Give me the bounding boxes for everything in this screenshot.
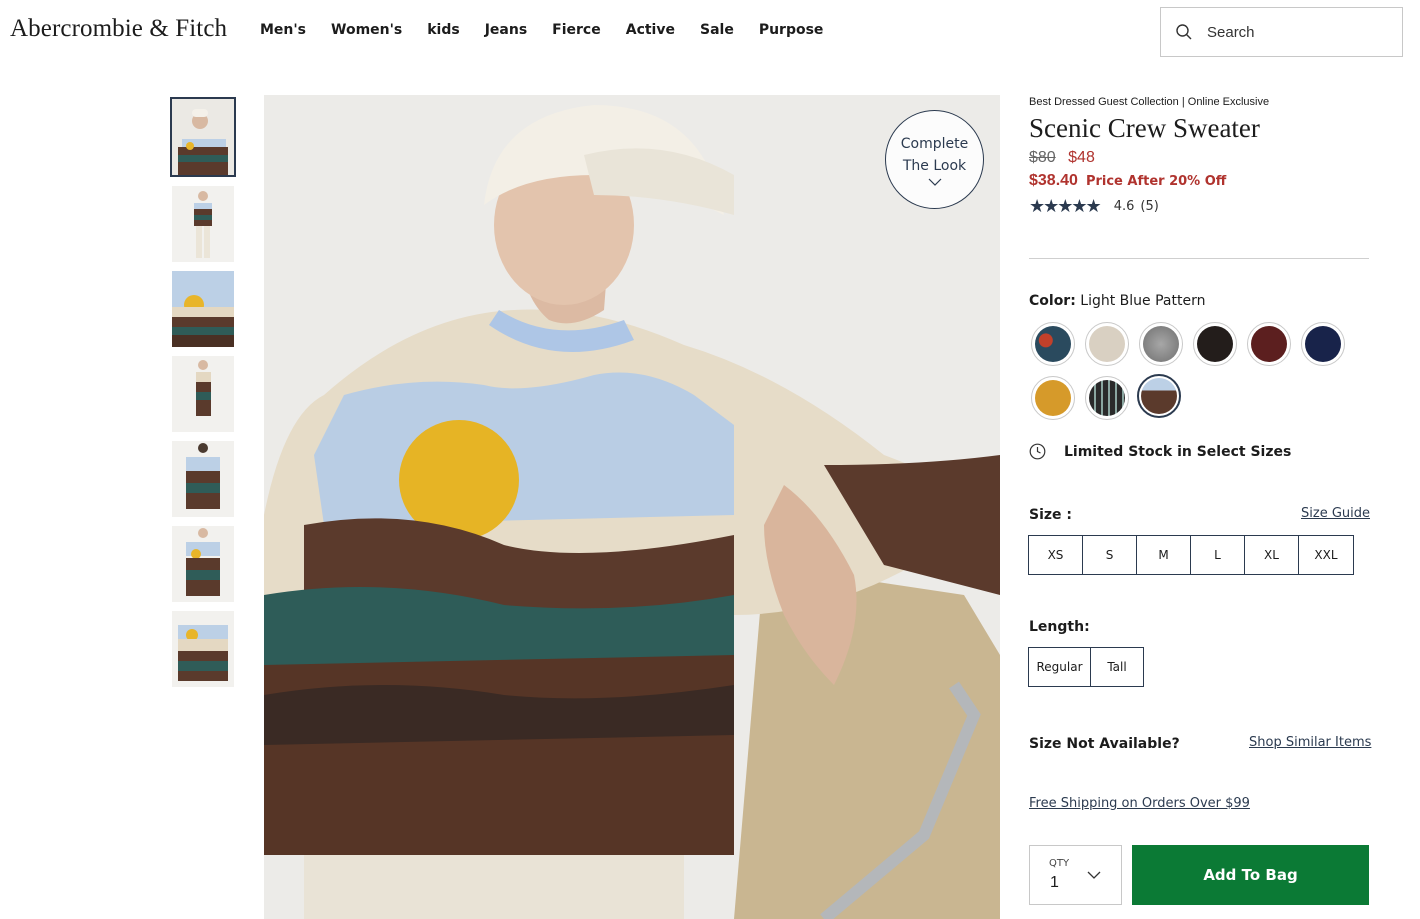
size-selector: XS S M L XL XXL [1028,535,1354,575]
main-product-image[interactable] [264,95,1000,919]
size-option-xxl[interactable]: XXL [1299,536,1353,574]
promo-text: Price After 20% Off [1085,174,1227,189]
stock-notice: Limited Stock in Select Sizes [1029,443,1291,460]
swatch-burgundy[interactable] [1247,322,1291,366]
chevron-down-icon [1087,871,1101,879]
size-label: Size : [1029,507,1072,523]
price-row: $80 $48 [1029,149,1369,167]
color-label: Color: Light Blue Pattern [1029,293,1205,309]
search-input[interactable] [1207,23,1387,41]
swatch-heather-grey[interactable] [1139,322,1183,366]
swatch-cream[interactable] [1085,322,1129,366]
quantity-select[interactable]: QTY 1 [1029,845,1122,905]
rating-row[interactable]: ★★★★★ 4.6 (5) [1029,196,1369,217]
nav-item-jeans[interactable]: Jeans [485,22,527,38]
nav-item-mens[interactable]: Men's [260,22,306,38]
thumbnail-1[interactable] [170,97,236,177]
original-price: $80 [1029,149,1056,166]
nav-item-womens[interactable]: Women's [331,22,402,38]
stock-text: Limited Stock in Select Sizes [1064,443,1292,460]
complete-the-look-button[interactable]: Complete The Look [885,110,984,209]
sale-price: $48 [1068,149,1095,166]
swatch-black[interactable] [1193,322,1237,366]
complete-look-line-2: The Look [902,157,967,174]
chevron-down-icon [928,178,941,186]
size-option-l[interactable]: L [1191,536,1245,574]
thumbnail-7[interactable] [172,611,234,687]
qty-value: 1 [1050,874,1059,891]
size-option-xl[interactable]: XL [1245,536,1299,574]
size-not-available-label: Size Not Available? [1029,736,1180,752]
color-value: Light Blue Pattern [1080,293,1206,309]
brand-logo[interactable]: Abercrombie & Fitch [10,15,227,43]
main-nav: Men's Women's kids Jeans Fierce Active S… [260,22,848,38]
nav-item-active[interactable]: Active [626,22,675,38]
add-to-bag-button[interactable]: Add To Bag [1132,845,1369,905]
nav-item-kids[interactable]: kids [427,22,459,38]
review-count[interactable]: (5) [1140,199,1158,214]
nav-item-fierce[interactable]: Fierce [552,22,601,38]
search-box[interactable] [1160,7,1403,57]
product-eyebrow: Best Dressed Guest Collection | Online E… [1029,96,1270,108]
star-rating-icon: ★★★★★ [1029,196,1102,217]
swatch-mustard[interactable] [1031,376,1075,420]
swatch-black-fairisle[interactable] [1085,376,1129,420]
nav-item-purpose[interactable]: Purpose [759,22,824,38]
thumbnail-list [170,97,236,696]
thumbnail-4[interactable] [172,356,234,432]
search-icon [1161,23,1207,41]
qty-label: QTY [1049,858,1070,869]
length-selector: Regular Tall [1028,647,1144,687]
rating-value: 4.6 [1113,199,1135,214]
color-label-title: Color: [1029,293,1076,309]
length-label: Length: [1029,619,1090,635]
length-option-tall[interactable]: Tall [1091,648,1143,686]
promo-price: $38.40 [1029,172,1078,189]
free-shipping-link[interactable]: Free Shipping on Orders Over $99 [1029,796,1250,811]
thumbnail-6[interactable] [172,526,234,602]
thumbnail-2[interactable] [172,186,234,262]
length-option-regular[interactable]: Regular [1029,648,1091,686]
divider [1029,258,1369,259]
shop-similar-link[interactable]: Shop Similar Items [1249,735,1371,750]
swatch-teal-floral[interactable] [1031,322,1075,366]
swatch-navy[interactable] [1301,322,1345,366]
size-option-s[interactable]: S [1083,536,1137,574]
swatch-light-blue-pattern[interactable] [1137,374,1181,418]
product-title: Scenic Crew Sweater [1029,113,1260,143]
product-info-panel: Best Dressed Guest Collection | Online E… [1029,96,1369,217]
clock-icon [1029,443,1046,460]
thumbnail-3[interactable] [172,271,234,347]
site-header: Abercrombie & Fitch Men's Women's kids J… [0,0,1420,64]
promo-row: $38.40 Price After 20% Off [1029,172,1369,190]
nav-item-sale[interactable]: Sale [700,22,734,38]
size-option-m[interactable]: M [1137,536,1191,574]
complete-look-line-1: Complete [900,135,969,152]
size-option-xs[interactable]: XS [1029,536,1083,574]
thumbnail-5[interactable] [172,441,234,517]
size-guide-link[interactable]: Size Guide [1301,506,1370,521]
